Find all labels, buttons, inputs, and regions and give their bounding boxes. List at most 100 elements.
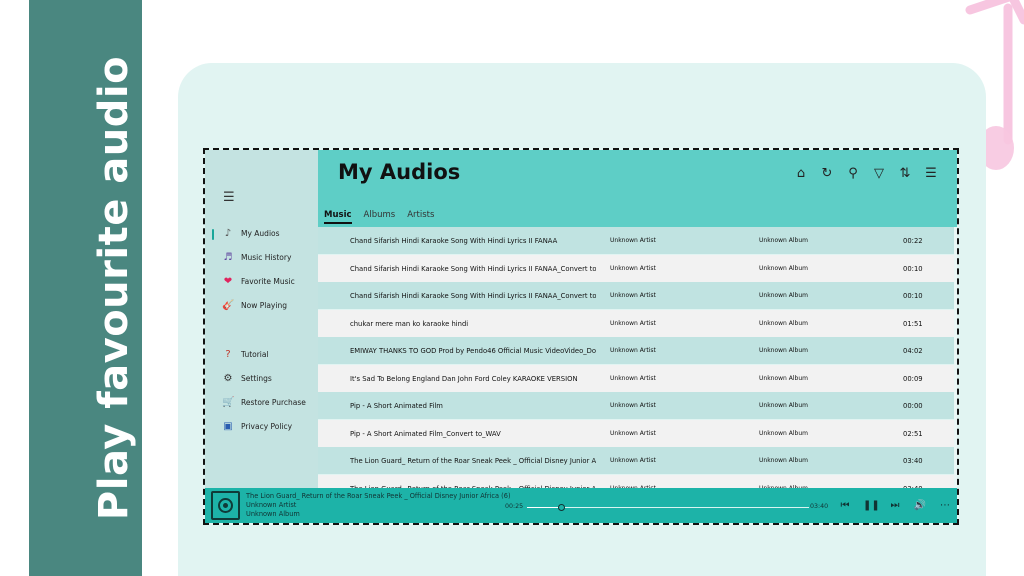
side-banner: Play favourite audio [29,0,142,576]
search-icon[interactable]: ⚲ [845,166,861,182]
shield-icon: ▣ [223,421,233,432]
sidebar-item-privacy-policy[interactable]: ▣ Privacy Policy [205,419,318,437]
pause-icon[interactable]: ❚❚ [863,499,880,513]
header: My Audios ⌂ ↻ ⚲ ▽ ⇅ ☰ Music Albums Artis… [318,150,957,227]
track-artist: Unknown Artist [610,347,656,354]
sidebar-item-label: Restore Purchase [241,398,306,407]
sidebar-item-label: Settings [241,374,272,383]
gear-icon: ⚙ [223,373,233,384]
track-artist: Unknown Artist [610,237,656,244]
sidebar-item-my-audios[interactable]: ♪ My Audios [205,226,318,244]
sort-icon[interactable]: ⇅ [897,166,913,182]
now-playing-album: Unknown Album [246,510,300,518]
track-artist: Unknown Artist [610,402,656,409]
track-artist: Unknown Artist [610,429,656,437]
track-album: Unknown Album [759,319,808,327]
track-album: Unknown Album [759,237,808,244]
track-duration: 00:00 [903,402,923,410]
sidebar-item-now-playing[interactable]: 🎸 Now Playing [205,298,318,316]
sidebar-item-label: Music History [241,253,292,262]
app-window: ☰ ♪ My Audios ♬ Music History ❤ Favorite Musi… [203,148,959,525]
table-row[interactable]: It's Sad To Belong England Dan John Ford… [318,364,954,392]
table-row[interactable]: Pip - A Short Animated Film_Convert to_W… [318,419,954,447]
track-duration: 01:51 [903,319,923,328]
sidebar-item-label: Favorite Music [241,277,295,286]
track-album: Unknown Album [759,374,808,382]
volume-icon[interactable]: 🔊 [913,499,927,513]
refresh-icon[interactable]: ↻ [819,166,835,182]
table-row[interactable]: Chand Sifarish Hindi Karaoke Song With H… [318,254,954,282]
sidebar-item-label: Tutorial [241,350,269,359]
home-icon[interactable]: ⌂ [793,166,809,182]
track-artist: Unknown Artist [610,264,656,272]
question-icon: ? [225,349,231,360]
seek-thumb[interactable] [557,504,565,511]
track-artist: Unknown Artist [610,374,656,382]
sidebar-item-favorite-music[interactable]: ❤ Favorite Music [205,274,318,292]
track-artist: Unknown Artist [610,457,656,464]
track-title: Pip - A Short Animated Film [350,402,443,410]
table-row[interactable]: chukar mere man ko karaoke hindi Unknown … [318,309,954,337]
table-row[interactable]: Chand Sifarish Hindi Karaoke Song With H… [318,227,954,254]
sidebar-item-label: My Audios [241,229,280,238]
track-artist: Unknown Artist [610,319,656,327]
sidebar-item-tutorial[interactable]: ? Tutorial [205,347,318,365]
sidebar-item-settings[interactable]: ⚙ Settings [205,371,318,389]
sidebar: ☰ ♪ My Audios ♬ Music History ❤ Favorite Musi… [205,150,318,488]
now-playing-info: The Lion Guard_ Return of the Roar Sneak… [246,492,511,519]
scrollbar[interactable] [954,227,957,488]
player-bar: The Lion Guard_ Return of the Roar Sneak… [205,488,957,523]
previous-icon[interactable]: ⏮ [838,499,852,513]
track-artist: Unknown Artist [610,292,656,299]
table-row[interactable]: EMIWAY THANKS TO GOD Prod by Pendo46 Off… [318,337,954,364]
seek-bar[interactable] [527,504,809,511]
tab-artists[interactable]: Artists [407,210,434,224]
track-title: Chand Sifarish Hindi Karaoke Song With H… [350,264,596,273]
now-playing-title: The Lion Guard_ Return of the Roar Sneak… [246,492,511,500]
heart-icon: ❤ [223,276,233,287]
track-album: Unknown Album [759,402,808,409]
track-duration: 00:10 [903,264,923,273]
tab-albums[interactable]: Albums [364,210,396,224]
guitar-icon: 🎸 [222,300,235,311]
track-duration: 04:02 [903,347,923,355]
table-row[interactable]: Chand Sifarish Hindi Karaoke Song With H… [318,282,954,309]
track-duration: 00:22 [903,237,923,245]
track-album: Unknown Album [759,457,808,464]
table-row[interactable]: The Lion Guard_ Return of the Roar Sneak… [318,474,954,488]
active-indicator [212,229,214,240]
track-title: It's Sad To Belong England Dan John Ford… [350,374,578,383]
audio-icon: ♪ [224,228,232,239]
track-duration: 02:51 [903,429,923,438]
sidebar-item-restore-purchase[interactable]: 🛒 Restore Purchase [205,395,318,413]
track-title: Chand Sifarish Hindi Karaoke Song With H… [350,292,596,300]
cart-icon: 🛒 [222,397,235,408]
hamburger-icon[interactable]: ☰ [223,190,235,205]
track-list: Chand Sifarish Hindi Karaoke Song With H… [318,227,954,488]
track-duration: 00:09 [903,374,923,383]
select-icon[interactable]: ☰ [923,166,939,182]
track-album: Unknown Album [759,429,808,437]
track-title: chukar mere man ko karaoke hindi [350,319,469,328]
page-title: My Audios [338,160,461,184]
track-title: Chand Sifarish Hindi Karaoke Song With H… [350,237,558,245]
more-icon[interactable]: ⋯ [938,499,952,513]
sidebar-item-label: Now Playing [241,301,287,310]
tab-bar: Music Albums Artists [324,210,446,224]
track-title: Pip - A Short Animated Film_Convert to_W… [350,429,501,438]
toolbar: ⌂ ↻ ⚲ ▽ ⇅ ☰ [793,166,939,182]
filter-icon[interactable]: ▽ [871,166,887,182]
album-art-icon [211,491,240,520]
seek-fill [527,507,561,508]
sidebar-item-label: Privacy Policy [241,422,293,431]
tab-music[interactable]: Music [324,210,352,224]
table-row[interactable]: Pip - A Short Animated Film Unknown Artis… [318,392,954,419]
track-album: Unknown Album [759,347,808,354]
table-row[interactable]: The Lion Guard_ Return of the Roar Sneak… [318,447,954,474]
now-playing-artist: Unknown Artist [246,501,297,509]
sidebar-item-music-history[interactable]: ♬ Music History [205,250,318,268]
next-icon[interactable]: ⏭ [888,499,902,513]
total-time: 03:40 [810,503,829,510]
track-title: The Lion Guard_ Return of the Roar Sneak… [350,457,596,465]
history-icon: ♬ [223,252,233,263]
